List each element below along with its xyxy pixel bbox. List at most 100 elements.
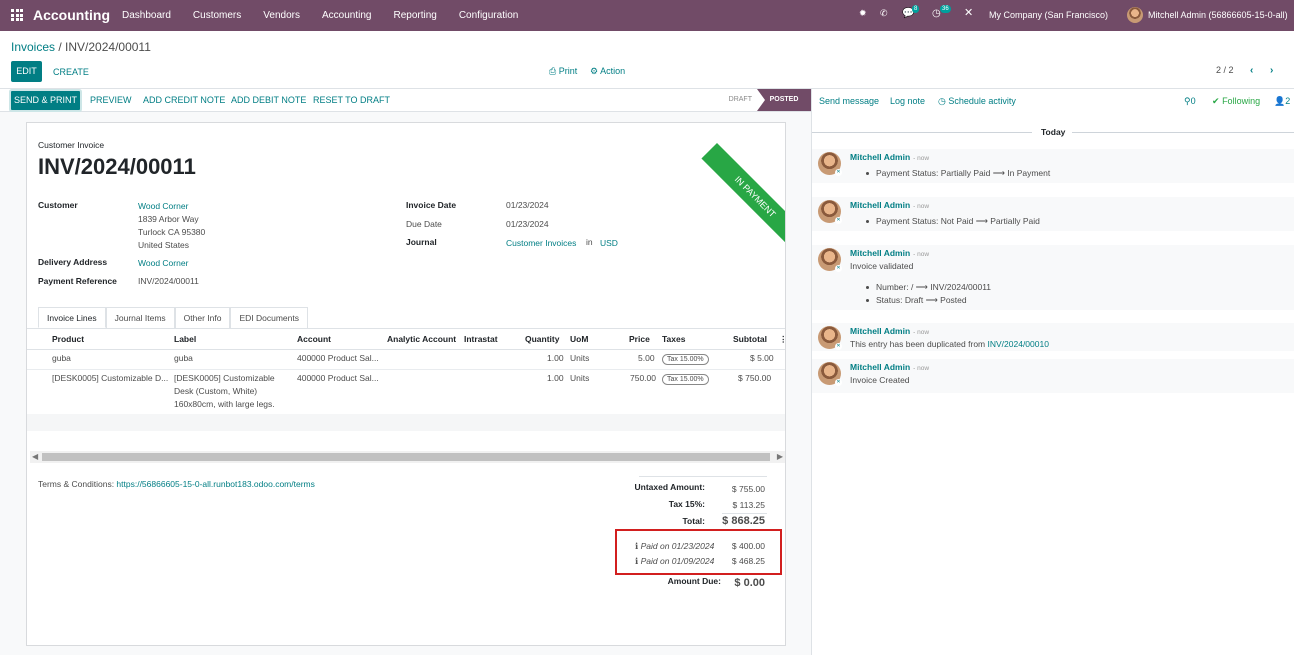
column-header[interactable]: Price — [629, 334, 650, 344]
top-navbar: Accounting Dashboard Customers Vendors A… — [0, 0, 1294, 31]
column-header[interactable]: Quantity — [525, 334, 559, 344]
currency-link[interactable]: USD — [600, 238, 618, 248]
app-brand[interactable]: Accounting — [33, 7, 110, 23]
breadcrumb-current: INV/2024/00011 — [65, 40, 151, 54]
paperclip-icon: ⚲ — [1184, 96, 1191, 106]
breadcrumb-invoices[interactable]: Invoices — [11, 40, 55, 54]
untaxed-amount-label: Untaxed Amount: — [634, 482, 705, 492]
edit-button[interactable]: EDIT — [11, 61, 42, 82]
column-header[interactable]: Label — [174, 334, 196, 344]
cell-subtotal: $ 750.00 — [738, 373, 772, 383]
add-debit-note-button[interactable]: ADD DEBIT NOTE — [231, 95, 306, 105]
delivery-address-link[interactable]: Wood Corner — [138, 258, 188, 268]
customer-address-line: Turlock CA 95380 — [138, 227, 206, 237]
following-button[interactable]: ✔ Following — [1212, 96, 1260, 107]
total-label: Total: — [682, 516, 705, 526]
company-switcher[interactable]: My Company (San Francisco) — [989, 10, 1108, 20]
author-avatar[interactable]: ✕ — [818, 248, 842, 272]
journal-link[interactable]: Customer Invoices — [506, 238, 576, 248]
scrollbar-thumb[interactable] — [42, 453, 770, 461]
debug-tools-icon[interactable]: ✕ — [964, 6, 973, 19]
column-header[interactable]: Subtotal — [733, 334, 767, 344]
apps-grid-icon[interactable] — [11, 9, 23, 21]
document-type: Customer Invoice — [38, 140, 105, 150]
user-menu[interactable]: Mitchell Admin (56866605-15-0-all) — [1148, 10, 1288, 20]
stage-draft[interactable]: DRAFT — [700, 89, 760, 111]
message-time: - now — [913, 155, 930, 162]
create-button[interactable]: CREATE — [53, 67, 89, 77]
invoice-date-label: Invoice Date — [406, 200, 457, 210]
schedule-activity-button[interactable]: ◷ Schedule activity — [938, 96, 1016, 107]
tracking-value: Status: Draft ⟶ Posted — [876, 295, 967, 305]
menu-customers[interactable]: Customers — [193, 10, 241, 21]
pager-value[interactable]: 2 / 2 — [1216, 65, 1234, 75]
menu-accounting[interactable]: Accounting — [322, 10, 371, 21]
attachments-button[interactable]: ⚲0 — [1184, 96, 1196, 107]
column-header[interactable]: Intrastat — [464, 334, 498, 344]
column-header[interactable]: Taxes — [662, 334, 685, 344]
date-divider-line — [812, 132, 1032, 133]
phone-icon[interactable]: ✆ — [880, 8, 888, 19]
payment-line[interactable]: ℹ Paid on 01/23/2024 — [635, 541, 714, 552]
message-author[interactable]: Mitchell Admin - now — [850, 200, 929, 210]
cell-label: Desk (Custom, White) — [174, 386, 258, 396]
cell-account: 400000 Product Sal... — [297, 373, 379, 383]
column-header[interactable]: Analytic Account — [387, 334, 456, 344]
cell-uom: Units — [570, 373, 590, 383]
message-author[interactable]: Mitchell Admin - now — [850, 248, 929, 258]
log-note-button[interactable]: Log note — [890, 96, 925, 106]
bug-icon[interactable]: ✹ — [859, 8, 867, 19]
message-author[interactable]: Mitchell Admin - now — [850, 362, 929, 372]
menu-dashboard[interactable]: Dashboard — [122, 10, 171, 21]
action-menu[interactable]: ⚙ Action — [590, 66, 625, 77]
author-avatar[interactable]: ✕ — [818, 152, 842, 176]
journal-in-text: in — [586, 237, 593, 247]
menu-reporting[interactable]: Reporting — [393, 10, 436, 21]
status-icon: ✕ — [835, 169, 842, 176]
menu-configuration[interactable]: Configuration — [459, 10, 518, 21]
menu-vendors[interactable]: Vendors — [263, 10, 300, 21]
info-icon[interactable]: ℹ — [635, 556, 638, 566]
tab-journal-items[interactable]: Journal Items — [105, 307, 175, 328]
author-name: Mitchell Admin — [850, 362, 911, 372]
payment-date: Paid on 01/09/2024 — [640, 556, 715, 566]
column-header[interactable]: Account — [297, 334, 331, 344]
tab-other-info[interactable]: Other Info — [174, 307, 231, 328]
info-icon[interactable]: ℹ — [635, 541, 638, 551]
tab-edi-documents[interactable]: EDI Documents — [230, 307, 308, 328]
message-author[interactable]: Mitchell Admin - now — [850, 326, 929, 336]
author-avatar[interactable]: ✕ — [818, 326, 842, 350]
cell-quantity: 1.00 — [547, 353, 564, 363]
tab-invoice-lines[interactable]: Invoice Lines — [38, 307, 106, 328]
customer-link[interactable]: Wood Corner — [138, 201, 188, 211]
author-avatar[interactable]: ✕ — [818, 362, 842, 386]
payment-line[interactable]: ℹ Paid on 01/09/2024 — [635, 556, 714, 567]
user-avatar[interactable] — [1127, 7, 1143, 23]
column-header[interactable]: Product — [52, 334, 84, 344]
send-message-button[interactable]: Send message — [819, 96, 879, 106]
add-credit-note-button[interactable]: ADD CREDIT NOTE — [143, 95, 225, 105]
column-options-icon[interactable]: ⋮ — [779, 334, 785, 345]
chat-count-badge: 8 — [912, 5, 920, 13]
activity-icon[interactable]: ◷ 36 — [932, 5, 951, 19]
invoice-sheet: IN PAYMENT Customer Invoice INV/2024/000… — [26, 122, 786, 646]
print-menu[interactable]: ⎙ Print — [549, 66, 577, 77]
send-print-button[interactable]: SEND & PRINT — [11, 91, 80, 110]
scroll-left-icon[interactable]: ◀ — [32, 452, 38, 461]
reset-to-draft-button[interactable]: RESET TO DRAFT — [313, 95, 390, 105]
chatter-message: ✕ Mitchell Admin - now Payment Status: Pa… — [812, 149, 1294, 183]
scroll-right-icon[interactable]: ▶ — [777, 452, 783, 461]
form-statusbar: SEND & PRINT PREVIEW ADD CREDIT NOTE ADD… — [0, 89, 811, 112]
preview-button[interactable]: PREVIEW — [90, 95, 132, 105]
author-name: Mitchell Admin — [850, 200, 911, 210]
message-author[interactable]: Mitchell Admin - now — [850, 152, 929, 162]
terms-link[interactable]: https://56866605-15-0-all.runbot183.odoo… — [116, 479, 314, 489]
pager-previous-icon[interactable]: ‹ — [1250, 65, 1253, 76]
duplicated-from-link[interactable]: INV/2024/00010 — [988, 339, 1049, 349]
chat-icon[interactable]: 💬 8 — [902, 5, 920, 19]
column-header[interactable]: UoM — [570, 334, 588, 344]
horizontal-scrollbar[interactable]: ◀ ▶ — [30, 451, 785, 463]
pager-next-icon[interactable]: › — [1270, 65, 1273, 76]
author-avatar[interactable]: ✕ — [818, 200, 842, 224]
followers-button[interactable]: 👤2 — [1274, 96, 1290, 107]
